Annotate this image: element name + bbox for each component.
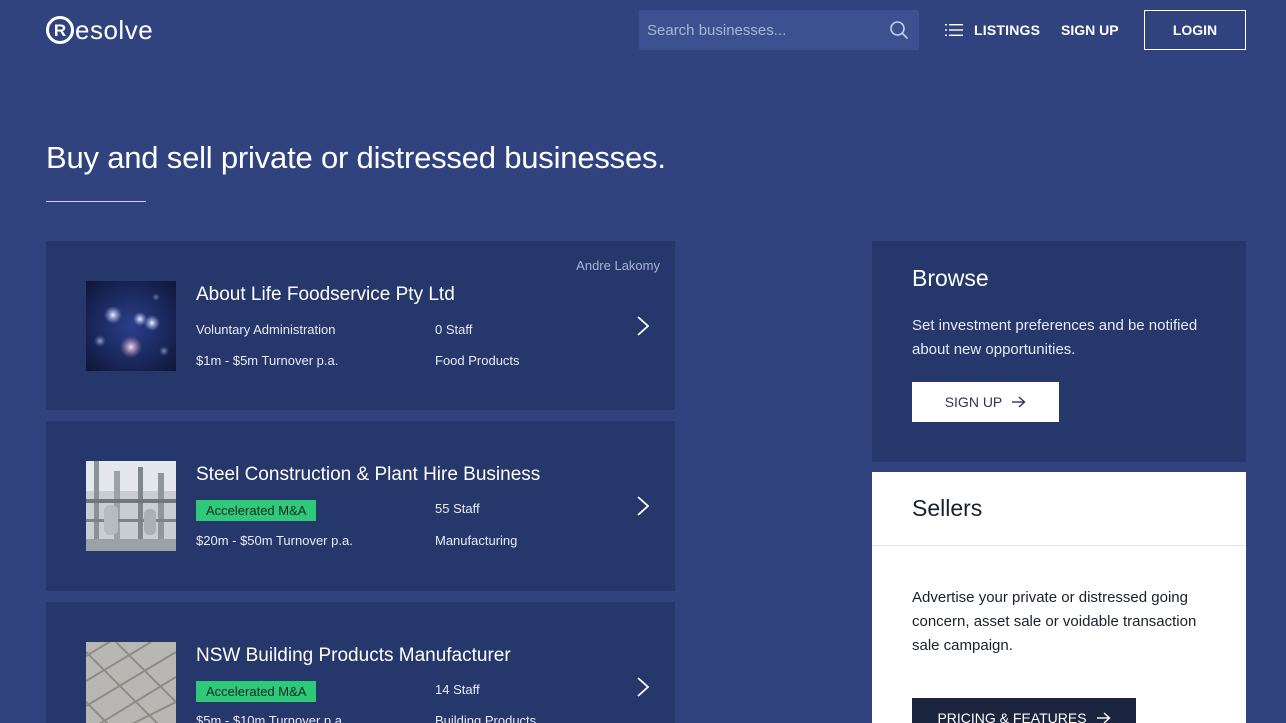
page-title: Buy and sell private or distressed busin… — [46, 140, 666, 175]
listing-card[interactable]: Steel Construction & Plant Hire Business… — [46, 421, 675, 591]
logo[interactable]: R esolve — [46, 14, 153, 46]
listing-thumbnail — [86, 281, 176, 371]
nav-listings-label: LISTINGS — [974, 22, 1041, 38]
arrow-right-icon — [1012, 396, 1026, 408]
pricing-features-label: PRICING & FEATURES — [937, 710, 1087, 723]
listing-thumbnail — [86, 461, 176, 551]
nav-listings[interactable]: LISTINGS — [945, 20, 1040, 40]
listing-agent: Andre Lakomy — [576, 258, 660, 273]
listing-card[interactable]: Andre Lakomy About Life Foodservice Pty … — [46, 241, 675, 410]
listing-industry: Food Products — [435, 353, 520, 368]
nav-signup-link[interactable]: SIGN UP — [1061, 20, 1119, 40]
title-divider — [46, 201, 146, 202]
sellers-panel: Sellers Advertise your private or distre… — [872, 472, 1246, 723]
listing-card[interactable]: NSW Building Products Manufacturer Accel… — [46, 602, 675, 723]
listing-turnover: $5m - $10m Turnover p.a. — [196, 713, 346, 723]
status-badge: Accelerated M&A — [196, 681, 317, 702]
listing-staff: 14 Staff — [435, 682, 480, 697]
chevron-right-icon[interactable] — [636, 676, 650, 698]
listing-status: Voluntary Administration — [196, 322, 336, 337]
site-header: R esolve LISTINGS SIGN UP LOGIN — [0, 0, 1286, 62]
logo-text: esolve — [75, 15, 154, 45]
listing-title: NSW Building Products Manufacturer — [196, 645, 511, 666]
browse-panel: Browse Set investment preferences and be… — [872, 241, 1246, 462]
browse-text: Set investment preferences and be notifi… — [912, 317, 1198, 358]
search-input[interactable] — [639, 10, 879, 50]
search-icon[interactable] — [889, 20, 909, 40]
listing-industry: Building Products — [435, 713, 537, 723]
login-button[interactable]: LOGIN — [1144, 10, 1246, 50]
sellers-divider — [872, 545, 1246, 546]
listing-turnover: $20m - $50m Turnover p.a. — [196, 533, 353, 548]
listing-staff: 0 Staff — [435, 322, 473, 337]
chevron-right-icon[interactable] — [636, 495, 650, 517]
browse-signup-button[interactable]: SIGN UP — [912, 382, 1059, 422]
chevron-right-icon[interactable] — [636, 315, 650, 337]
arrow-right-icon — [1096, 712, 1111, 723]
listing-thumbnail — [86, 642, 176, 723]
pricing-features-button[interactable]: PRICING & FEATURES — [912, 698, 1136, 723]
listing-industry: Manufacturing — [435, 533, 518, 548]
listing-staff: 55 Staff — [435, 501, 480, 516]
search-bar — [639, 10, 919, 50]
status-badge: Accelerated M&A — [196, 500, 317, 521]
browse-title: Browse — [912, 265, 989, 291]
sellers-title: Sellers — [912, 495, 983, 521]
listing-turnover: $1m - $5m Turnover p.a. — [196, 353, 339, 368]
sellers-text: Advertise your private or distressed goi… — [912, 589, 1197, 654]
listing-title: Steel Construction & Plant Hire Business — [196, 464, 541, 485]
listing-title: About Life Foodservice Pty Ltd — [196, 284, 455, 305]
logo-mark: R — [46, 16, 74, 44]
list-icon — [945, 24, 963, 36]
browse-signup-label: SIGN UP — [944, 394, 1003, 410]
